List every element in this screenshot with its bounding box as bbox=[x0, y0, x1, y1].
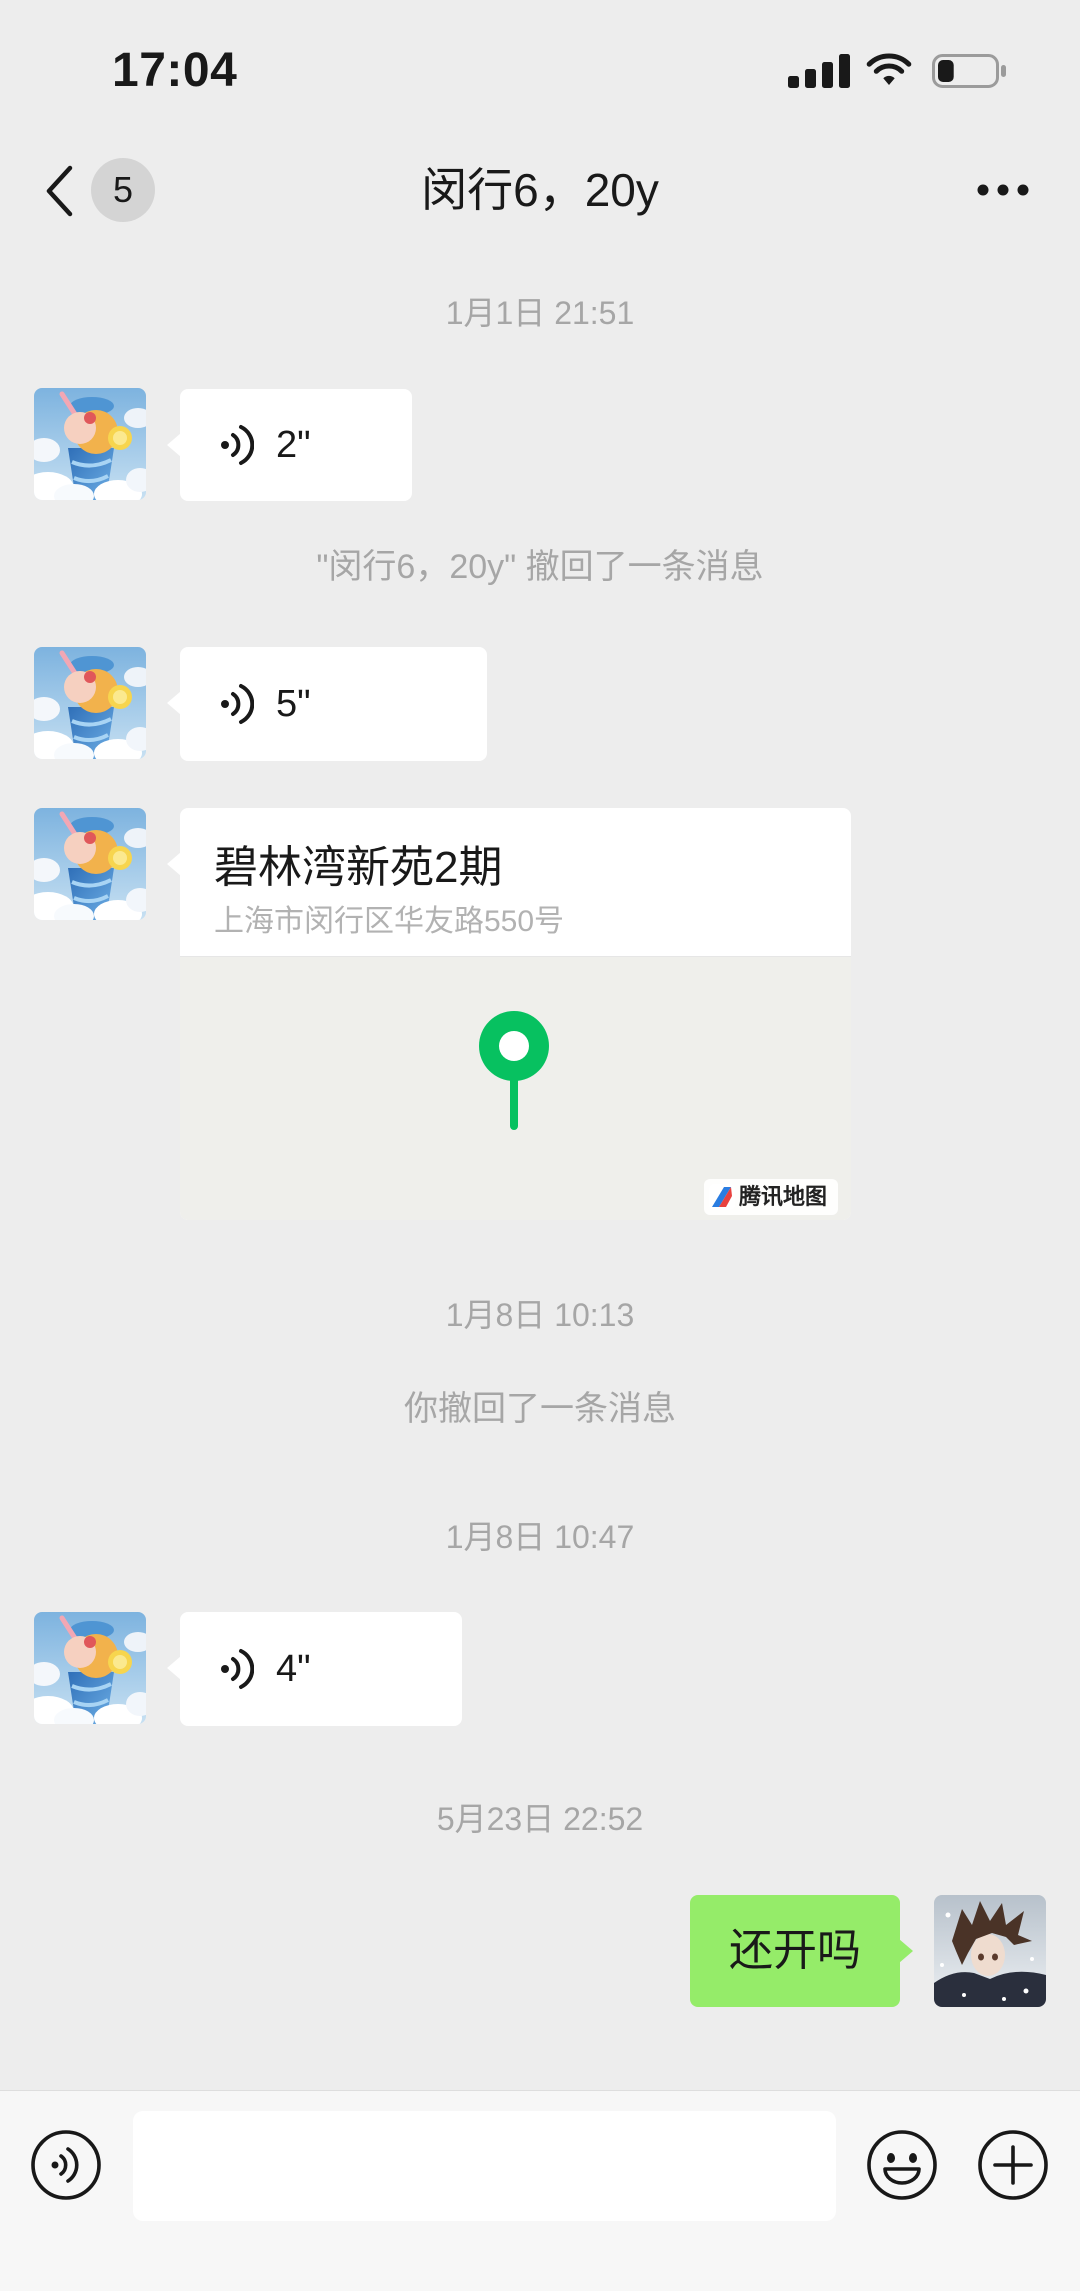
contact-avatar[interactable] bbox=[34, 388, 146, 500]
my-avatar[interactable] bbox=[934, 1895, 1046, 2007]
tencent-map-logo-icon bbox=[709, 1184, 735, 1210]
sent-text: 还开吗 bbox=[729, 1926, 861, 1975]
sent-text-bubble[interactable]: 还开吗 bbox=[690, 1895, 913, 2007]
location-address: 上海市闵行区华友路550号 bbox=[214, 905, 565, 938]
voice-wave-icon bbox=[218, 1647, 254, 1691]
contact-avatar[interactable] bbox=[34, 808, 146, 920]
contact-avatar-image bbox=[34, 808, 146, 920]
back-button[interactable]: 5 bbox=[30, 150, 170, 230]
recall-notice: "闵行6，20y" 撤回了一条消息 bbox=[316, 548, 764, 586]
voice-wave-icon bbox=[218, 682, 254, 726]
timestamp: 1月8日 10:47 bbox=[445, 1519, 635, 1555]
voice-duration: 2" bbox=[276, 424, 311, 466]
emoji-icon[interactable] bbox=[866, 2129, 938, 2201]
status-time: 17:04 bbox=[112, 44, 238, 97]
recall-notice: 你撤回了一条消息 bbox=[404, 1390, 676, 1428]
contact-avatar-image bbox=[34, 647, 146, 759]
timestamp: 1月1日 21:51 bbox=[445, 295, 635, 331]
location-name: 碧林湾新苑2期 bbox=[214, 843, 503, 892]
map-provider-name: 腾讯地图 bbox=[739, 1184, 828, 1209]
wifi-icon bbox=[866, 53, 912, 85]
voice-message-bubble[interactable]: 5" bbox=[167, 647, 487, 761]
map-pin-icon bbox=[479, 1011, 549, 1130]
timestamp: 1月8日 10:13 bbox=[445, 1297, 635, 1333]
voice-wave-icon bbox=[218, 423, 254, 467]
contact-avatar[interactable] bbox=[34, 1612, 146, 1724]
unread-count-badge: 5 bbox=[91, 158, 155, 222]
voice-mode-icon[interactable] bbox=[30, 2129, 102, 2201]
contact-avatar-image bbox=[34, 388, 146, 500]
timestamp: 5月23日 22:52 bbox=[436, 1801, 644, 1837]
map-provider-badge: 腾讯地图 bbox=[704, 1179, 838, 1215]
location-message-card[interactable]: 碧林湾新苑2期 上海市闵行区华友路550号 腾讯地图 bbox=[167, 808, 851, 1220]
battery-icon bbox=[932, 54, 1006, 88]
chat-title: 闵行6，20y bbox=[421, 164, 659, 216]
message-input[interactable] bbox=[133, 2111, 836, 2221]
plus-circle-icon[interactable] bbox=[977, 2129, 1049, 2201]
map-preview: 腾讯地图 bbox=[180, 956, 851, 1220]
chevron-left-icon bbox=[46, 165, 73, 217]
input-bar bbox=[0, 2090, 1080, 2291]
voice-duration: 5" bbox=[276, 683, 311, 725]
contact-avatar[interactable] bbox=[34, 647, 146, 759]
more-dots-icon[interactable] bbox=[976, 180, 1030, 200]
my-avatar-image bbox=[934, 1895, 1046, 2007]
signal-bars-icon bbox=[788, 54, 850, 88]
voice-message-bubble[interactable]: 4" bbox=[167, 1612, 462, 1726]
contact-avatar-image bbox=[34, 1612, 146, 1724]
voice-duration: 4" bbox=[276, 1648, 311, 1690]
voice-message-bubble[interactable]: 2" bbox=[167, 389, 412, 501]
